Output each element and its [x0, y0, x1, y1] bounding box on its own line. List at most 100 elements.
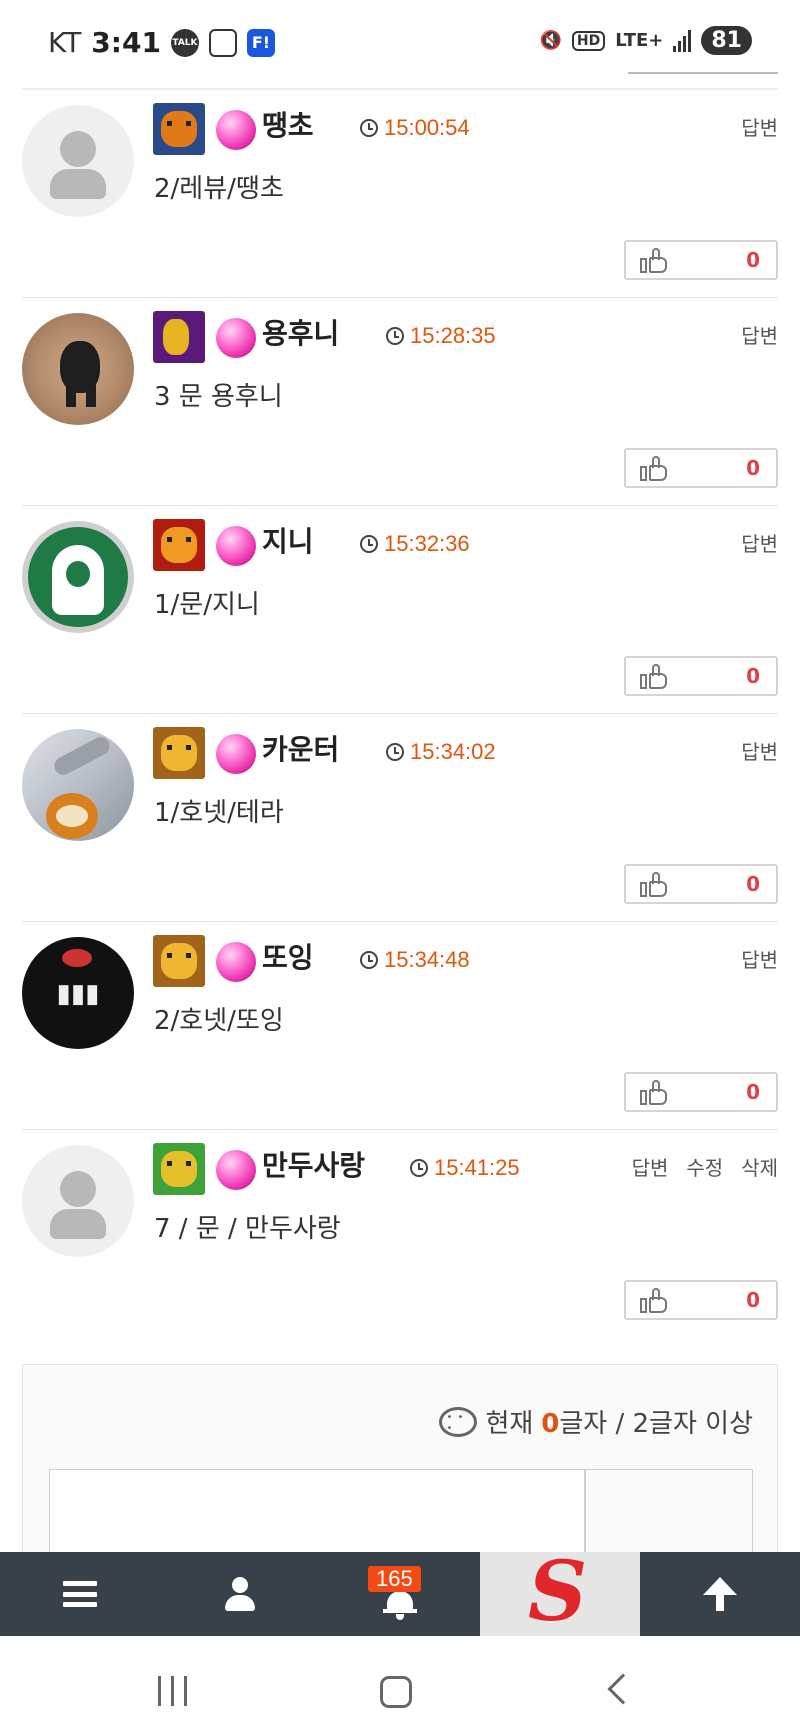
profile-button[interactable]	[160, 1552, 320, 1636]
signal-icon	[673, 29, 692, 52]
comment-item: 카운터 15:34:02 답변 1/호넷/테라 0	[22, 714, 778, 922]
time-text: 15:34:48	[384, 947, 470, 972]
system-nav-bar	[0, 1636, 800, 1734]
char-counter: 현재 0글자 / 2글자 이상	[439, 1403, 753, 1440]
comment-text: 1/문/지니	[154, 590, 260, 620]
comment-editor: 현재 0글자 / 2글자 이상	[22, 1364, 778, 1589]
thumbs-up-icon	[640, 1080, 670, 1106]
comment-actions: 답변	[741, 112, 778, 141]
reply-button[interactable]: 답변	[741, 736, 778, 765]
scroll-edge	[628, 72, 778, 74]
f-app-icon: F!	[246, 28, 275, 57]
like-button[interactable]: 0	[624, 864, 778, 904]
carrier-label: KT	[48, 26, 82, 59]
comment-time: 15:34:02	[386, 739, 496, 765]
mute-icon: 🔇	[539, 30, 562, 51]
comment-text: 2/호넷/또잉	[154, 1006, 284, 1036]
reply-button[interactable]: 답변	[741, 320, 778, 349]
reply-button[interactable]: 답변	[632, 1152, 669, 1181]
like-button[interactable]: 0	[624, 1280, 778, 1320]
clock-icon	[386, 743, 404, 761]
comment-author[interactable]: 용후니	[262, 312, 339, 352]
status-left: KT 3:41 TALK F!	[48, 26, 275, 59]
home-button[interactable]	[380, 1676, 412, 1708]
comment-text: 7 / 문 / 만두사랑	[154, 1214, 341, 1244]
user-icon	[225, 1577, 255, 1611]
reply-button[interactable]: 답변	[741, 944, 778, 973]
tiger-dragon-avatar[interactable]	[22, 729, 134, 841]
photo-avatar[interactable]: ▮▮▮	[22, 937, 134, 1049]
reply-button[interactable]: 답변	[741, 112, 778, 141]
clock-icon	[360, 535, 378, 553]
comment-item: ▮▮▮ 또잉 15:34:48 답변 2/호넷/또잉 0	[22, 922, 778, 1130]
clock-icon	[360, 951, 378, 969]
bell-icon	[383, 1589, 417, 1623]
comment-text: 1/호넷/테라	[154, 798, 284, 828]
comment-author[interactable]: 카운터	[262, 728, 339, 768]
recent-apps-button[interactable]	[158, 1676, 187, 1706]
level-icon	[153, 311, 205, 363]
clock-icon	[410, 1159, 428, 1177]
comment-actions: 답변	[741, 528, 778, 557]
thumbs-up-icon	[640, 1288, 670, 1314]
gem-icon	[216, 1150, 256, 1190]
level-icon	[153, 1143, 205, 1195]
time-text: 15:34:02	[410, 739, 496, 764]
comment-author[interactable]: 지니	[262, 520, 314, 560]
like-button[interactable]: 0	[624, 656, 778, 696]
like-count: 0	[746, 1080, 760, 1104]
gem-icon	[216, 734, 256, 774]
comment-actions: 답변	[741, 320, 778, 349]
gallery-icon	[208, 28, 237, 57]
like-button[interactable]: 0	[624, 240, 778, 280]
starbucks-avatar[interactable]	[22, 521, 134, 633]
default-avatar[interactable]	[22, 1145, 134, 1257]
back-button[interactable]	[607, 1673, 639, 1705]
status-bar: KT 3:41 TALK F! 🔇 HD LTE+ 81	[0, 0, 800, 90]
comment-time: 15:32:36	[360, 531, 470, 557]
time-text: 15:41:25	[434, 1155, 520, 1180]
gem-icon	[216, 318, 256, 358]
comment-actions: 답변 수정 삭제	[632, 1152, 778, 1181]
comment-list: 땡초 15:00:54 답변 2/레뷰/땡초 0 용후니 15:28:35 답변…	[0, 90, 800, 1338]
level-icon	[153, 727, 205, 779]
like-count: 0	[746, 872, 760, 896]
time-text: 15:00:54	[384, 115, 470, 140]
dog-avatar[interactable]	[22, 313, 134, 425]
comment-author[interactable]: 만두사랑	[262, 1144, 365, 1184]
gem-icon	[216, 526, 256, 566]
gem-icon	[216, 110, 256, 150]
notifications-button[interactable]: 165	[320, 1552, 480, 1636]
default-avatar[interactable]	[22, 105, 134, 217]
clock-icon	[386, 327, 404, 345]
hd-icon: HD	[571, 30, 606, 51]
count-value: 0	[541, 1409, 560, 1439]
count-prefix: 현재	[485, 1409, 534, 1439]
edit-button[interactable]: 수정	[686, 1152, 723, 1181]
comment-time: 15:41:25	[410, 1155, 520, 1181]
like-count: 0	[746, 1288, 760, 1312]
delete-button[interactable]: 삭제	[741, 1152, 778, 1181]
comment-actions: 답변	[741, 944, 778, 973]
comment-time: 15:34:48	[360, 947, 470, 973]
time-text: 15:28:35	[410, 323, 496, 348]
like-count: 0	[746, 456, 760, 480]
comment-item: 만두사랑 15:41:25 답변 수정 삭제 7 / 문 / 만두사랑 0	[22, 1130, 778, 1338]
like-count: 0	[746, 664, 760, 688]
comment-author[interactable]: 땡초	[262, 104, 314, 144]
status-right: 🔇 HD LTE+ 81	[539, 26, 752, 55]
reply-button[interactable]: 답변	[741, 528, 778, 557]
scroll-top-button[interactable]	[640, 1552, 800, 1636]
comment-time: 15:00:54	[360, 115, 470, 141]
comment-actions: 답변	[741, 736, 778, 765]
comment-author[interactable]: 또잉	[262, 936, 314, 976]
site-logo-button[interactable]: S	[480, 1551, 640, 1636]
comment-item: 땡초 15:00:54 답변 2/레뷰/땡초 0	[22, 90, 778, 298]
level-icon	[153, 935, 205, 987]
s-logo-icon: S	[528, 1551, 592, 1633]
comment-text: 2/레뷰/땡초	[154, 174, 284, 204]
like-button[interactable]: 0	[624, 1072, 778, 1112]
like-button[interactable]: 0	[624, 448, 778, 488]
menu-button[interactable]	[0, 1552, 160, 1636]
level-icon	[153, 103, 205, 155]
